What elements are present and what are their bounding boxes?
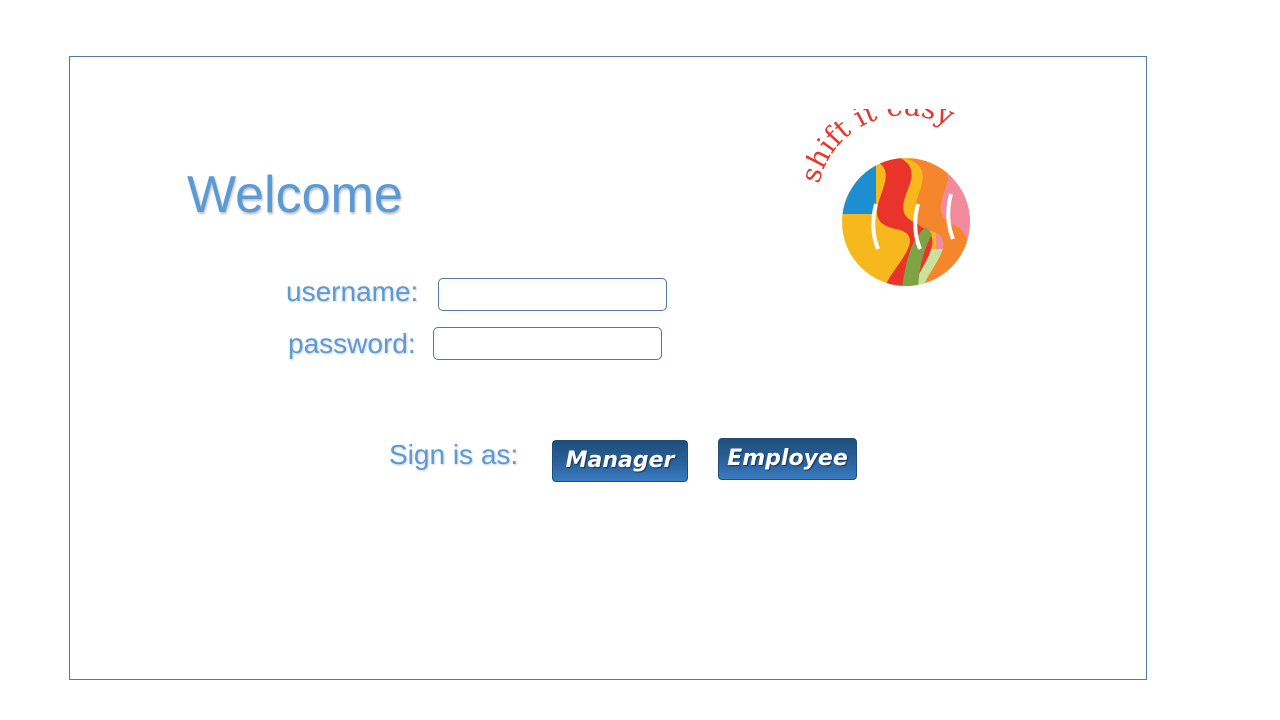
username-label: username: (286, 276, 419, 307)
login-panel: Welcome username: password: Sign is as: … (69, 56, 1147, 680)
password-label: password: (288, 328, 416, 359)
manager-sign-in-button[interactable]: Manager (552, 440, 688, 482)
logo-emblem (842, 158, 970, 286)
password-input[interactable] (433, 327, 662, 360)
logo-graphic: shift it easy (794, 89, 970, 286)
welcome-heading: Welcome (187, 166, 403, 224)
sign-in-as-label: Sign is as: (389, 439, 519, 470)
username-input[interactable] (438, 278, 667, 311)
shift-it-easy-logo: shift it easy (794, 89, 1002, 295)
employee-sign-in-button[interactable]: Employee (718, 438, 857, 480)
